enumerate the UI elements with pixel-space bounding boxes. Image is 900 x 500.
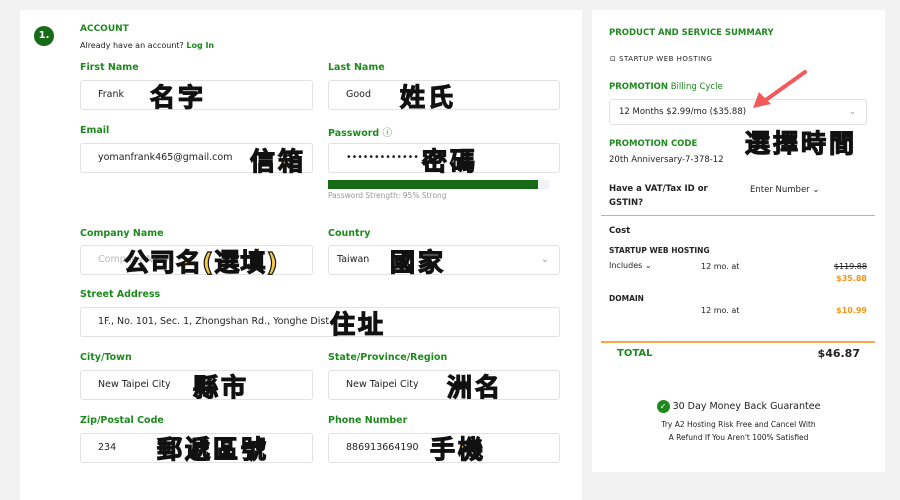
total-value: $46.87: [817, 347, 860, 360]
cost-heading: Cost: [609, 226, 631, 236]
annotation-state: 洲名: [446, 372, 504, 402]
billing-label: PROMOTION Billing Cycle: [609, 82, 723, 92]
product-name: ⊡ STARTUP WEB HOSTING: [610, 55, 712, 63]
total-label: TOTAL: [617, 348, 653, 359]
city-label: City/Town: [80, 352, 132, 363]
chevron-down-icon: ⌄: [541, 254, 549, 265]
guarantee-heading: ✓ 30 Day Money Back Guarantee: [592, 400, 885, 413]
annotation-country: 國家: [389, 247, 447, 277]
annotation-password: 密碼: [421, 146, 479, 176]
vat-button-text: Enter Number: [750, 185, 810, 195]
includes-text: Includes: [609, 261, 643, 270]
divider: [601, 341, 875, 343]
divider: [601, 215, 875, 216]
info-icon[interactable]: ⓘ: [383, 128, 393, 139]
billing-label-text: Billing Cycle: [670, 82, 723, 92]
check-badge-icon: ✓: [656, 400, 670, 413]
item-term: 12 mo. at: [701, 306, 740, 315]
state-input[interactable]: New Taipei City: [328, 370, 560, 400]
state-label: State/Province/Region: [328, 352, 448, 363]
guarantee-line-2: A Refund If You Aren't 100% Satisfied: [668, 433, 809, 442]
login-prompt: Already have an account? Log In: [80, 41, 214, 50]
vat-enter-number-button[interactable]: Enter Number ⌄: [750, 185, 820, 195]
annotation-phone: 手機: [429, 434, 487, 464]
street-label: Street Address: [80, 289, 161, 300]
annotation-arrow: [753, 70, 807, 108]
item-old-price: $119.88: [833, 262, 867, 271]
item-term: 12 mo. at: [701, 262, 740, 271]
promo-code-label: PROMOTION CODE: [609, 139, 698, 149]
item-price: $35.88: [836, 274, 867, 283]
password-label-text: Password: [328, 128, 380, 139]
item-name: DOMAIN: [609, 294, 644, 303]
includes-toggle[interactable]: Includes ⌄: [609, 261, 652, 270]
street-input[interactable]: 1F., No. 101, Sec. 1, Zhongshan Rd., Yon…: [80, 307, 560, 337]
password-strength-fill: [328, 180, 538, 189]
summary-title: PRODUCT AND SERVICE SUMMARY: [609, 28, 774, 38]
annotation-company: 公司名(選填): [123, 247, 279, 277]
zip-label: Zip/Postal Code: [80, 415, 164, 426]
item-price: $10.99: [836, 306, 867, 315]
annotation-last-name: 姓氏: [399, 82, 457, 112]
guarantee-text: 30 Day Money Back Guarantee: [672, 401, 821, 412]
first-name-label: First Name: [80, 62, 139, 73]
product-name-text: STARTUP WEB HOSTING: [619, 55, 713, 63]
step-badge: 1.: [34, 26, 54, 46]
billing-cycle-select[interactable]: 12 Months $2.99/mo ($35.88) ⌄: [609, 99, 867, 125]
login-link[interactable]: Log In: [186, 41, 214, 50]
account-title: ACCOUNT: [80, 24, 129, 34]
annotation-first-name: 名字: [149, 82, 207, 112]
guarantee-line-1: Try A2 Hosting Risk Free and Cancel With: [661, 420, 816, 429]
company-label: Company Name: [80, 228, 164, 239]
billing-label-bold: PROMOTION: [609, 82, 668, 92]
phone-label: Phone Number: [328, 415, 408, 426]
password-strength-bar: [328, 180, 549, 189]
login-prompt-text: Already have an account?: [80, 41, 184, 50]
last-name-label: Last Name: [328, 62, 385, 73]
annotation-zip: 郵遞區號: [156, 434, 270, 464]
country-value: Taiwan: [337, 254, 370, 265]
chevron-down-icon: ⌄: [644, 261, 652, 270]
password-strength-text: Password Strength: 95% Strong: [328, 191, 447, 200]
bookmark-icon: ⊡: [610, 55, 617, 63]
item-name: STARTUP WEB HOSTING: [609, 246, 710, 255]
vat-label: Have a VAT/Tax ID or GSTIN?: [609, 184, 708, 208]
chevron-down-icon: ⌄: [812, 185, 820, 195]
annotation-street: 住址: [329, 309, 387, 339]
annotation-billing: 選擇時間: [744, 128, 858, 158]
promo-code-value: 20th Anniversary-7-378-12: [609, 155, 724, 165]
chevron-down-icon: ⌄: [848, 107, 856, 117]
country-label: Country: [328, 228, 371, 239]
annotation-email: 信箱: [249, 146, 307, 176]
email-label: Email: [80, 125, 110, 136]
password-label: Password ⓘ: [328, 125, 392, 139]
annotation-city: 縣市: [192, 372, 250, 402]
billing-cycle-value: 12 Months $2.99/mo ($35.88): [619, 107, 747, 117]
